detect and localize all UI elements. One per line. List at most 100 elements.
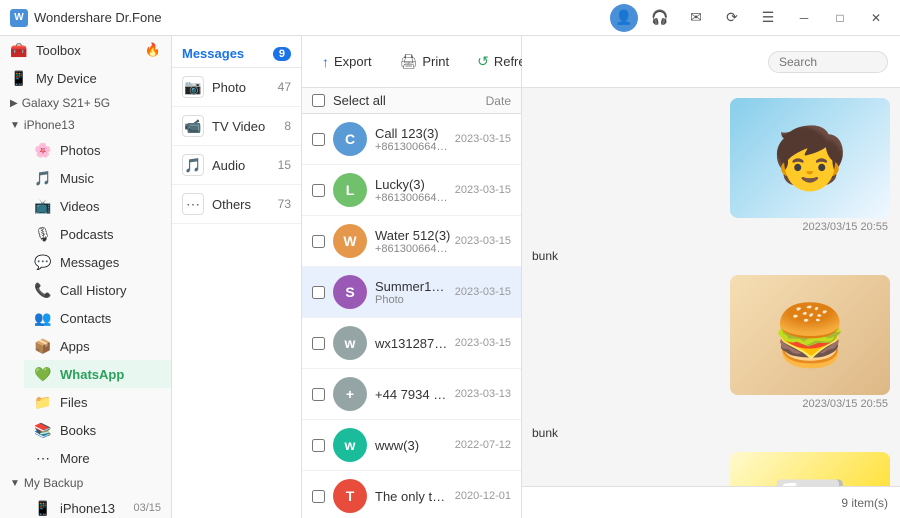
message-list-item[interactable]: L Lucky(3) +8613006640625 c... 2023-03-1…	[302, 165, 521, 216]
sidebar-item-books[interactable]: 📚 Books	[24, 416, 171, 444]
minimize-button[interactable]: ─	[790, 4, 818, 32]
sidebar-item-videos[interactable]: 📺 Videos	[24, 192, 171, 220]
export-button[interactable]: ↑ Export	[314, 49, 380, 75]
media-panel-header: Messages 9	[172, 36, 301, 68]
message-date: 2023-03-15	[455, 286, 511, 298]
sidebar-item-contacts[interactable]: 👥 Contacts	[24, 304, 171, 332]
sidebar-group-my-backup[interactable]: ▼ My Backup	[0, 472, 171, 494]
sidebar-item-call-history[interactable]: 📞 Call History	[24, 276, 171, 304]
media-item-count: 15	[278, 158, 291, 172]
close-button[interactable]: ✕	[862, 4, 890, 32]
message-list-item[interactable]: C Call 123(3) +8613006640625 c... 2023-0…	[302, 114, 521, 165]
support-icon[interactable]: 🎧	[646, 4, 674, 32]
preview-item-count: 9 item(s)	[841, 496, 888, 510]
message-list-item[interactable]: w wx13128788841(67) 2023-03-15	[302, 318, 521, 369]
message-date: 2023-03-13	[455, 388, 511, 400]
message-avatar: W	[333, 224, 367, 258]
sidebar-item-more[interactable]: ⋯ More	[24, 444, 171, 472]
files-icon: 📁	[34, 393, 52, 411]
user-avatar-icon[interactable]: 👤	[610, 4, 638, 32]
preview-timestamp-2: 2023/03/15 20:55	[802, 398, 888, 410]
message-checkbox[interactable]	[312, 337, 325, 350]
sidebar-item-files[interactable]: 📁 Files	[24, 388, 171, 416]
menu-icon[interactable]: ☰	[754, 4, 782, 32]
media-panel: Messages 9 📷 Photo 47 📹 TV Video 8 🎵 Aud…	[172, 36, 302, 518]
sidebar-item-my-device[interactable]: 📱 My Device	[0, 64, 171, 92]
sidebar-group-iphone13[interactable]: ▼ iPhone13	[0, 114, 171, 136]
iphone13-label: iPhone13	[24, 118, 75, 132]
message-avatar: w	[333, 326, 367, 360]
message-avatar: w	[333, 428, 367, 462]
media-panel-item[interactable]: ⋯ Others 73	[172, 185, 301, 224]
media-panel-badge: 9	[273, 47, 291, 61]
whatsapp-icon: 💚	[34, 365, 52, 383]
app-logo: W	[10, 9, 28, 27]
preview-image-2: 🍔	[730, 275, 890, 395]
main-layout: 🧰 Toolbox 🔥 📱 My Device ▶ Galaxy S21+ 5G…	[0, 36, 900, 518]
maximize-button[interactable]: □	[826, 4, 854, 32]
messages-icon: 💬	[34, 253, 52, 271]
history-icon[interactable]: ⟳	[718, 4, 746, 32]
message-list-item[interactable]: W Water 512(3) +8613006640625 c... 2023-…	[302, 216, 521, 267]
message-name: www(3)	[375, 438, 451, 453]
message-info: Lucky(3) +8613006640625 c...	[375, 177, 451, 204]
mail-icon[interactable]: ✉	[682, 4, 710, 32]
message-list-panel: ↑ Export 🖨 Print ↺ Refresh Select all Da…	[302, 36, 522, 518]
contacts-label: Contacts	[60, 311, 161, 326]
app-title: Wondershare Dr.Fone	[34, 10, 610, 25]
media-panel-item[interactable]: 🎵 Audio 15	[172, 146, 301, 185]
sidebar-group-galaxy[interactable]: ▶ Galaxy S21+ 5G	[0, 92, 171, 114]
cartoon-image-2: 🍔	[773, 300, 848, 371]
preview-image-block-2: 🍔 2023/03/15 20:55	[532, 275, 890, 410]
message-checkbox[interactable]	[312, 184, 325, 197]
message-avatar: C	[333, 122, 367, 156]
message-checkbox[interactable]	[312, 286, 325, 299]
sidebar-item-music[interactable]: 🎵 Music	[24, 164, 171, 192]
message-checkbox[interactable]	[312, 235, 325, 248]
message-date: 2023-03-15	[455, 337, 511, 349]
sidebar-item-apps[interactable]: 📦 Apps	[24, 332, 171, 360]
my-backup-label: My Backup	[24, 476, 83, 490]
message-avatar: L	[333, 173, 367, 207]
message-avatar: S	[333, 275, 367, 309]
message-list-item[interactable]: S Summer1215(246) Photo 2023-03-15	[302, 267, 521, 318]
media-panel-title: Messages	[182, 46, 244, 61]
message-list-item[interactable]: T The only thing that(3) 2020-12-01	[302, 471, 521, 518]
media-panel-item[interactable]: 📹 TV Video 8	[172, 107, 301, 146]
preview-image-block-3: 👨‍👩‍👦	[532, 452, 890, 486]
whatsapp-label: WhatsApp	[60, 367, 161, 382]
preview-footer: 9 item(s)	[522, 486, 900, 518]
message-list-item[interactable]: w www(3) 2022-07-12	[302, 420, 521, 471]
message-checkbox[interactable]	[312, 490, 325, 503]
message-date: 2020-12-01	[455, 490, 511, 502]
sidebar-item-messages[interactable]: 💬 Messages	[24, 248, 171, 276]
media-item-label: TV Video	[212, 119, 284, 134]
sidebar-item-podcasts[interactable]: 🎙 Podcasts	[24, 220, 171, 248]
print-button[interactable]: 🖨 Print	[392, 48, 458, 75]
preview-search-input[interactable]	[779, 55, 900, 69]
preview-image-3: 👨‍👩‍👦	[730, 452, 890, 486]
message-checkbox[interactable]	[312, 388, 325, 401]
videos-icon: 📺	[34, 197, 52, 215]
media-item-icon: 📹	[182, 115, 204, 137]
media-item-label: Audio	[212, 158, 278, 173]
media-item-label: Others	[212, 197, 278, 212]
sidebar-item-iphone13-backup[interactable]: 📱 iPhone13 03/15	[24, 494, 171, 518]
print-label: Print	[422, 54, 449, 69]
galaxy-label: Galaxy S21+ 5G	[22, 96, 110, 110]
media-panel-item[interactable]: 📷 Photo 47	[172, 68, 301, 107]
message-checkbox[interactable]	[312, 133, 325, 146]
title-bar-controls: 👤 🎧 ✉ ⟳ ☰ ─ □ ✕	[610, 4, 890, 32]
message-info: Water 512(3) +8613006640625 c...	[375, 228, 451, 255]
message-checkbox[interactable]	[312, 439, 325, 452]
preview-panel: 🔍 🧒 2023/03/15 20:55 bunk 🍔 202	[522, 36, 900, 518]
sidebar-item-photos[interactable]: 🌸 Photos	[24, 136, 171, 164]
call-history-label: Call History	[60, 283, 161, 298]
backup-arrow-icon: ▼	[10, 478, 20, 489]
sidebar-item-whatsapp[interactable]: 💚 WhatsApp	[24, 360, 171, 388]
message-list-item[interactable]: + +44 7934 457178(16) 2023-03-13	[302, 369, 521, 420]
select-all-label: Select all	[333, 93, 486, 108]
sidebar-item-toolbox[interactable]: 🧰 Toolbox 🔥	[0, 36, 171, 64]
media-item-label: Photo	[212, 80, 278, 95]
select-all-checkbox[interactable]	[312, 94, 325, 107]
